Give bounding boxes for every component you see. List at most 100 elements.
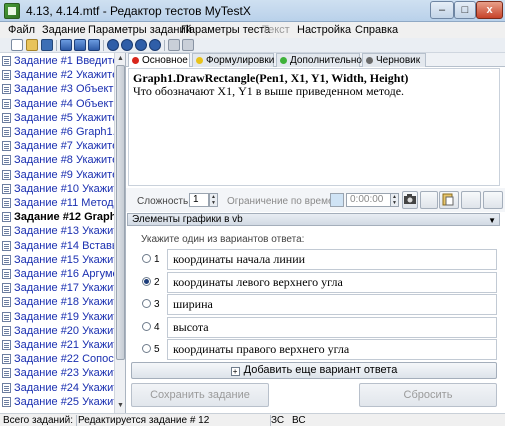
tab-additional[interactable]: Дополнительно xyxy=(276,53,362,67)
difficulty-stepper[interactable]: ▲ ▼ xyxy=(209,193,218,207)
time-limit-stepper[interactable]: ▲ ▼ xyxy=(390,193,399,207)
task-list-item-label: Задание #23 Укажите, г xyxy=(14,367,114,380)
move-top-icon[interactable] xyxy=(135,39,147,51)
task-list-item[interactable]: Задание #2 Укажите, гр xyxy=(0,69,114,82)
list-item-icon xyxy=(2,354,11,365)
menu-test-params[interactable]: Параметры теста xyxy=(181,24,270,36)
task-list-item[interactable]: Задание #24 Укажите, р xyxy=(0,382,114,395)
time-limit-checkbox[interactable] xyxy=(330,193,344,207)
move-down-icon[interactable] xyxy=(121,39,133,51)
toolbar-separator xyxy=(164,40,165,51)
tab-formulations-label: Формулировки xyxy=(206,55,275,66)
task-list-item[interactable]: Задание #18 Укажите, п xyxy=(0,296,114,309)
menu-file[interactable]: Файл xyxy=(8,24,35,36)
task-list-item[interactable]: Задание #12 Graph1. xyxy=(0,211,114,225)
task-list-item[interactable]: Задание #17 Укажите п xyxy=(0,282,114,295)
yellow-dot-icon xyxy=(196,57,203,64)
tab-additional-label: Дополнительно xyxy=(290,55,362,66)
move-up-icon[interactable] xyxy=(107,39,119,51)
list-item-icon xyxy=(2,325,11,336)
insert-task-icon[interactable] xyxy=(74,39,86,51)
reset-button[interactable]: Сбросить xyxy=(359,383,497,407)
close-button[interactable]: x xyxy=(476,1,503,19)
app-icon xyxy=(4,3,20,19)
task-list: Задание #1 Введите на Задание #2 Укажите,… xyxy=(0,53,126,413)
task-list-item[interactable]: Задание #6 Graph1.Draw xyxy=(0,126,114,139)
task-list-item[interactable]: Задание #14 Вставьте п xyxy=(0,240,114,253)
task-list-item[interactable]: Задание #22 Сопостав xyxy=(0,353,114,366)
menu-task-params[interactable]: Параметры заданий xyxy=(88,24,192,36)
menu-task[interactable]: Задание xyxy=(42,24,86,36)
task-list-item[interactable]: Задание #21 Укажите, п xyxy=(0,339,114,352)
answers-header: Укажите один из вариантов ответа: xyxy=(141,234,305,245)
list-item-icon xyxy=(2,141,11,152)
tab-draft[interactable]: Черновик xyxy=(362,53,426,67)
answer-radio[interactable] xyxy=(142,299,151,309)
camera-icon[interactable] xyxy=(402,191,418,209)
paste-icon[interactable] xyxy=(182,39,194,51)
delete-task-icon[interactable] xyxy=(88,39,100,51)
answer-text-field[interactable]: координаты начала линии xyxy=(167,249,497,270)
answer-text-field[interactable]: ширина xyxy=(167,294,497,316)
question-editor[interactable]: Graph1.DrawRectangle(Pen1, X1, Y1, Width… xyxy=(128,68,500,186)
task-list-item[interactable]: Задание #4 Объект Bru xyxy=(0,98,114,111)
task-list-scrollbar[interactable]: ▲ ▼ xyxy=(114,53,125,413)
tab-formulations[interactable]: Формулировки xyxy=(192,53,274,67)
question-text-line: Что обозначают Х1, Y1 в выше приведенном… xyxy=(133,84,405,98)
task-list-item[interactable]: Задание #13 Укажите, м xyxy=(0,225,114,238)
task-list-item[interactable]: Задание #11 Метод рис xyxy=(0,197,114,210)
task-list-item[interactable]: Задание #1 Введите на xyxy=(0,55,114,68)
format-button[interactable] xyxy=(461,191,481,209)
task-list-item[interactable]: Задание #7 Укажите ис xyxy=(0,140,114,153)
answer-text-field[interactable]: координаты левого верхнего угла xyxy=(167,271,497,293)
copy-icon[interactable] xyxy=(168,39,180,51)
scroll-up-icon[interactable]: ▲ xyxy=(116,54,125,64)
task-list-item[interactable]: Задание #5 Укажите, м xyxy=(0,112,114,125)
menu-settings[interactable]: Настройка xyxy=(297,24,351,36)
list-item-icon xyxy=(2,382,11,393)
task-list-item[interactable]: Задание #16 Аргумента xyxy=(0,268,114,281)
answer-radio[interactable] xyxy=(142,321,151,331)
task-list-item[interactable]: Задание #20 Укажите, р xyxy=(0,325,114,338)
menu-help[interactable]: Справка xyxy=(355,24,398,36)
tab-main[interactable]: Основное xyxy=(128,53,190,67)
status-bar: Всего заданий: 25 Редактируется задание … xyxy=(0,413,505,426)
task-list-item[interactable]: Задание #23 Укажите, г xyxy=(0,367,114,380)
answer-radio[interactable] xyxy=(142,344,151,354)
add-answer-button[interactable]: + Добавить еще вариант ответа xyxy=(131,362,497,379)
difficulty-input[interactable]: 1 xyxy=(189,193,209,207)
list-item-icon xyxy=(2,183,11,194)
save-icon[interactable] xyxy=(41,39,53,51)
task-list-item[interactable]: Задание #9 Укажите, ар xyxy=(0,169,114,182)
extra-button[interactable] xyxy=(483,191,503,209)
scroll-down-icon[interactable]: ▼ xyxy=(116,401,125,411)
list-item-icon xyxy=(2,198,11,208)
scroll-thumb[interactable] xyxy=(116,65,125,360)
toolbar-separator xyxy=(56,40,57,51)
new-doc-icon[interactable] xyxy=(11,39,23,51)
menu-text[interactable]: Текст xyxy=(262,24,290,36)
clipboard-icon[interactable] xyxy=(439,191,459,209)
answer-radio[interactable] xyxy=(142,254,151,263)
image-button[interactable] xyxy=(420,191,438,209)
task-list-item[interactable]: Задание #25 Укажите, к xyxy=(0,396,114,409)
category-select[interactable]: Элементы графики в vb ▼ xyxy=(127,213,500,226)
task-list-item[interactable]: Задание #3 Объект PEN xyxy=(0,83,114,96)
move-bottom-icon[interactable] xyxy=(149,39,161,51)
task-list-item[interactable]: Задание #19 Укажите, п xyxy=(0,311,114,324)
add-task-icon[interactable] xyxy=(60,39,72,51)
task-list-item-label: Задание #19 Укажите, п xyxy=(14,310,114,323)
answer-text-field[interactable]: координаты правого верхнего угла xyxy=(167,339,497,361)
maximize-button[interactable]: □ xyxy=(454,1,476,19)
task-list-item[interactable]: Задание #8 Укажите, ар xyxy=(0,154,114,167)
task-list-item-label: Задание #17 Укажите п xyxy=(14,282,114,295)
answer-text-field[interactable]: высота xyxy=(167,316,497,338)
save-task-button[interactable]: Сохранить задание xyxy=(131,383,269,407)
task-list-item[interactable]: Задание #15 Укажите, п xyxy=(0,254,114,267)
answer-radio[interactable] xyxy=(142,276,151,286)
task-list-item[interactable]: Задание #10 Укажите, п xyxy=(0,183,114,196)
answer-number: 2 xyxy=(154,276,160,288)
answer-row: 2 координаты левого верхнего угла xyxy=(134,271,500,293)
open-folder-icon[interactable] xyxy=(26,39,38,51)
minimize-button[interactable]: – xyxy=(430,1,454,19)
